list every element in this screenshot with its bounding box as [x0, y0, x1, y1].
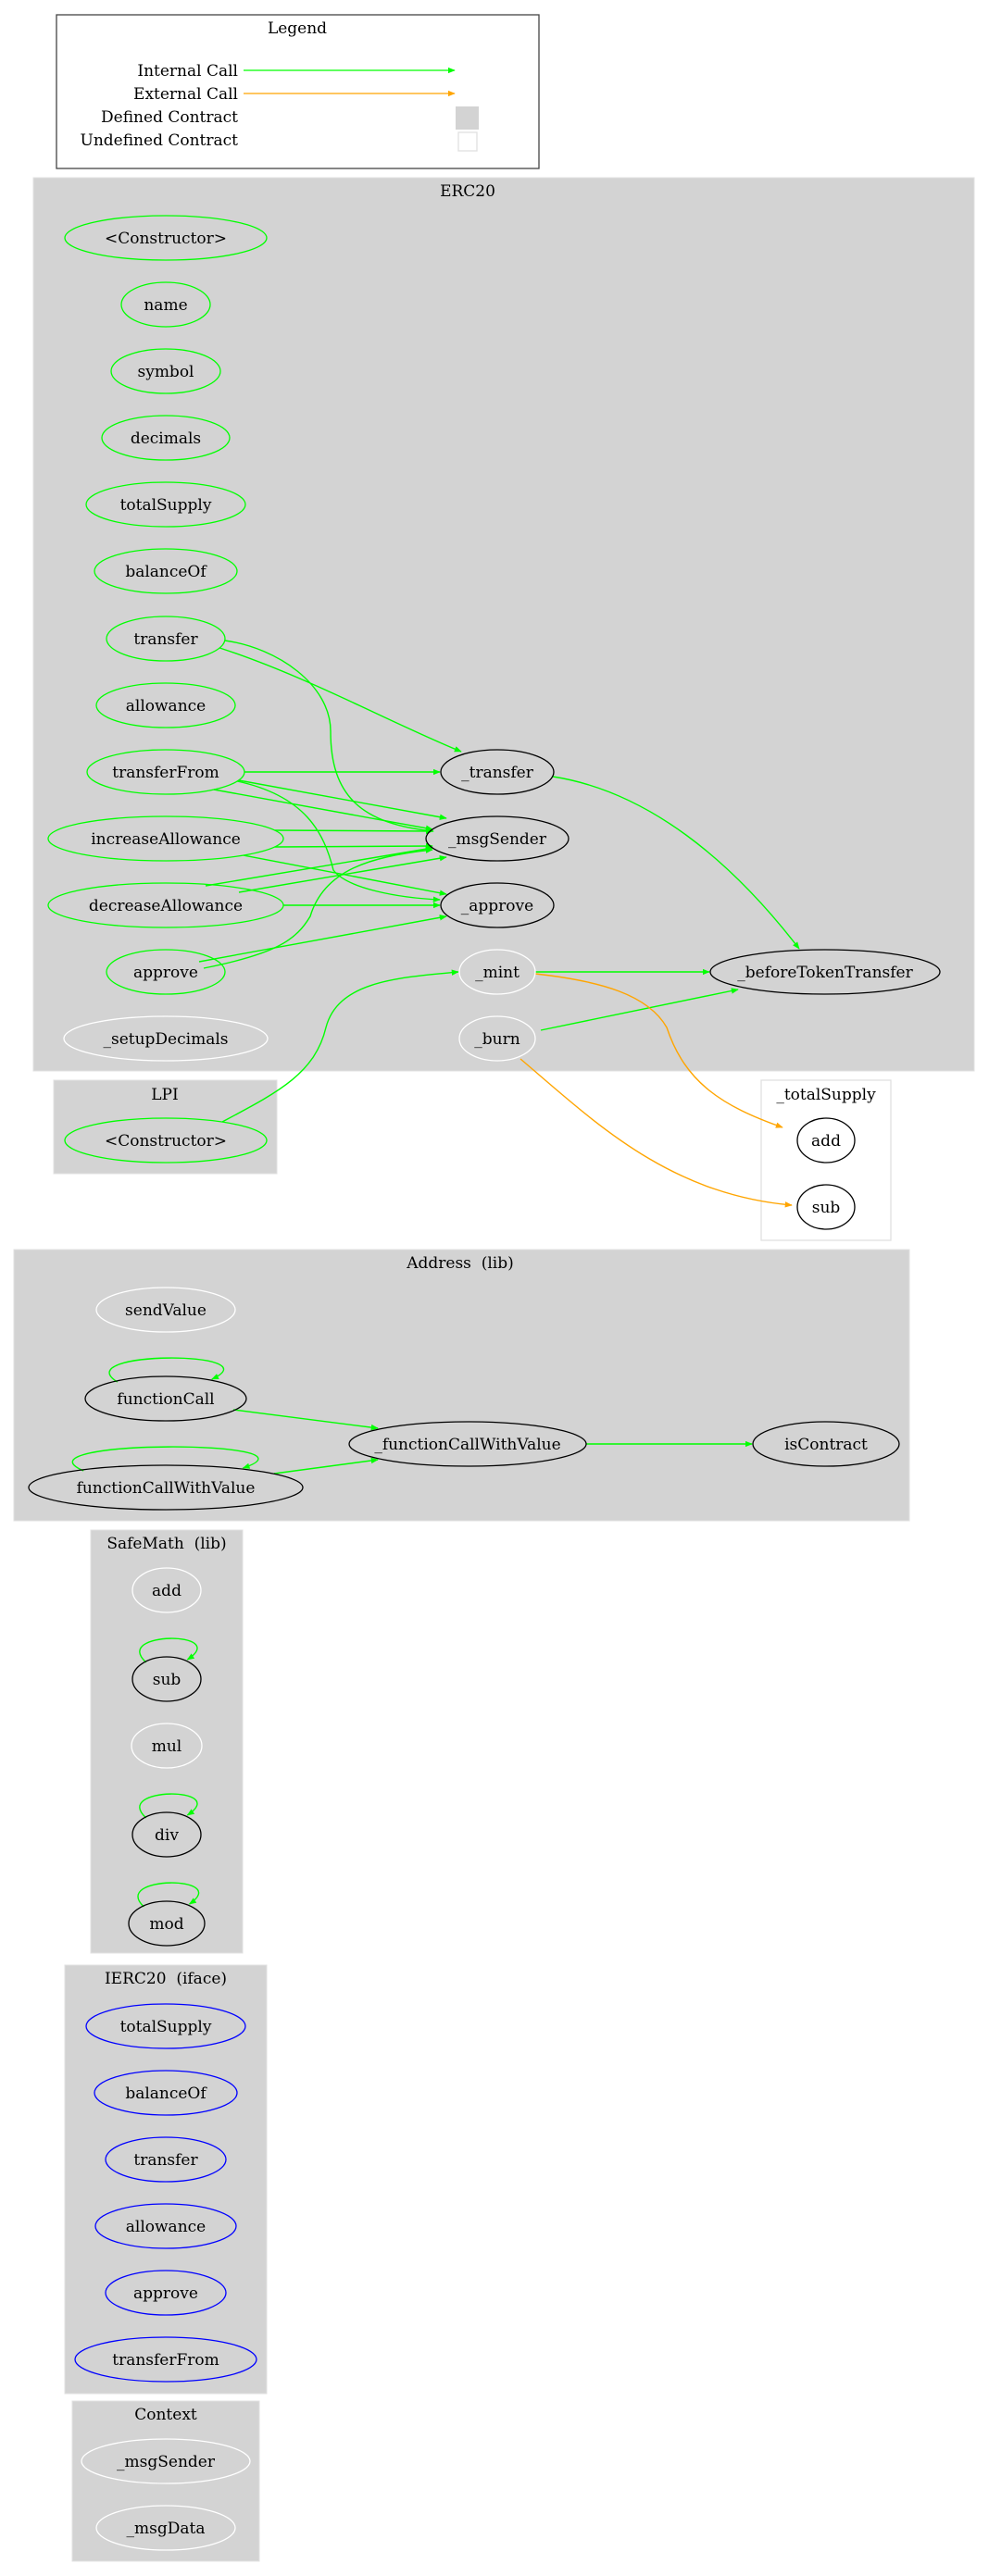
legend-label-defined: Defined Contract [101, 108, 238, 127]
external-call-edge [520, 1058, 793, 1208]
node-label: decimals [131, 429, 201, 448]
node-label: sendValue [125, 1301, 207, 1320]
node-label: functionCall [117, 1390, 214, 1409]
legend-undefined-swatch [457, 131, 478, 152]
cluster-title: SafeMath (lib) [106, 1535, 226, 1553]
node-label: sub [812, 1199, 841, 1217]
node-label: _msgSender [448, 830, 547, 849]
node-label: transferFrom [112, 764, 219, 782]
cluster-title: _totalSupply [776, 1086, 876, 1104]
legend-label-external: External Call [133, 85, 238, 104]
node-label: allowance [126, 697, 206, 716]
legend-label-undefined: Undefined Contract [81, 131, 239, 150]
node-label: _functionCallWithValue [374, 1436, 560, 1454]
node-label: sub [153, 1671, 182, 1689]
internal-call-edge [274, 842, 433, 850]
node-label: name [144, 296, 187, 315]
node-label: _mint [475, 964, 520, 982]
node-label: transfer [133, 2151, 198, 2170]
node-label: <Constructor> [105, 1132, 227, 1151]
node-label: _beforeTokenTransfer [737, 964, 913, 982]
node-label: functionCallWithValue [77, 1479, 256, 1498]
call-graph: Legend Internal Call External Call Defin… [13, 14, 975, 2562]
cluster-title: IERC20 (iface) [105, 1970, 227, 1988]
node-label: _transfer [461, 764, 534, 782]
node-label: _approve [461, 897, 533, 915]
node-label: add [811, 1132, 841, 1151]
cluster-title: Address (lib) [406, 1254, 514, 1273]
legend-label-internal: Internal Call [137, 62, 238, 81]
node-label: balanceOf [125, 2084, 207, 2103]
cluster-title: ERC20 [440, 182, 495, 201]
node-label: transfer [133, 630, 198, 649]
node-label: _setupDecimals [103, 1030, 228, 1049]
node-label: transferFrom [112, 2351, 219, 2370]
node-label: decreaseAllowance [89, 897, 243, 915]
cluster-title: LPI [151, 1086, 178, 1104]
legend-title: Legend [268, 19, 327, 38]
node-label: add [152, 1582, 182, 1600]
node-label: approve [133, 964, 198, 982]
node-label: balanceOf [125, 563, 207, 581]
node-label: approve [133, 2284, 198, 2303]
node-label: div [155, 1826, 179, 1845]
node-label: _msgSender [117, 2453, 216, 2471]
node-label: isContract [784, 1436, 868, 1454]
node-label: <Constructor> [105, 230, 227, 248]
node-label: increaseAllowance [91, 830, 241, 849]
cluster-title: Context [134, 2406, 197, 2424]
node-label: mod [149, 1915, 183, 1934]
node-label: _msgData [127, 2520, 206, 2538]
node-label: totalSupply [120, 2018, 212, 2036]
node-label: totalSupply [120, 496, 212, 515]
internal-call-edge [274, 828, 433, 835]
node-label: allowance [126, 2218, 206, 2236]
legend-defined-swatch [456, 106, 479, 130]
node-label: symbol [137, 363, 194, 381]
legend: Legend Internal Call External Call Defin… [56, 14, 540, 169]
node-label: _burn [474, 1030, 520, 1049]
node-label: mul [152, 1737, 182, 1756]
